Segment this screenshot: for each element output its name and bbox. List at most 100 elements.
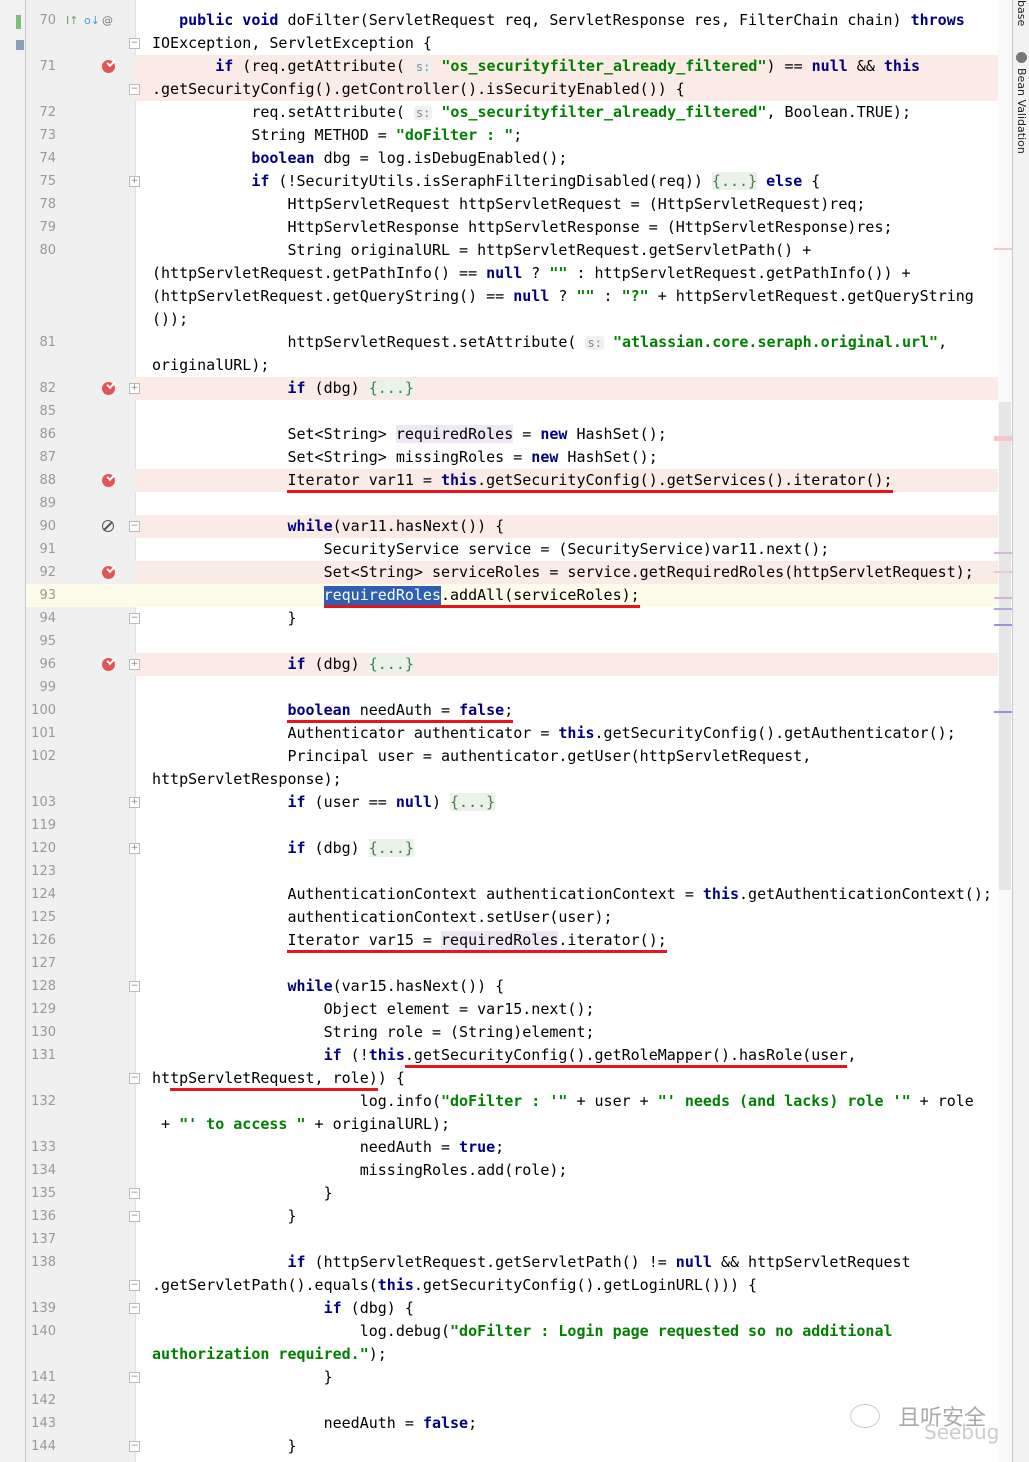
code-line[interactable]: Object element = var15.next(); [135,998,998,1021]
gutter-row[interactable]: 144 − [26,1435,140,1458]
code-line[interactable]: if (!this.getSecurityConfig().getRoleMap… [135,1044,998,1068]
code-line[interactable]: httpServletResponse); [135,768,998,791]
editor-scrollbar[interactable] [994,0,1012,1462]
gutter-row[interactable] [26,285,135,308]
fold-expand-icon[interactable]: + [129,175,140,187]
gutter-row[interactable]: − [26,78,140,101]
gutter-row[interactable]: 80 [26,239,135,262]
gutter-row[interactable]: 96 + [26,653,140,676]
gutter-row[interactable]: 124 [26,883,135,906]
breakpoint-icon[interactable] [102,565,115,579]
code-line[interactable]: IOException, ServletException { [135,32,998,55]
error-stripe-mark[interactable] [994,571,1012,573]
fold-collapse-icon[interactable]: − [129,83,140,95]
gutter-row[interactable]: 70 I↑ o↓ @ [26,9,135,32]
breakpoint-icon[interactable] [102,59,115,73]
gutter-row[interactable]: 87 [26,446,135,469]
code-line[interactable]: ()); [135,308,998,331]
gutter-row[interactable]: 141 − [26,1366,140,1389]
error-stripe-mark[interactable] [994,552,1012,554]
run-icon[interactable] [16,40,24,50]
gutter-row[interactable]: 140 [26,1320,135,1343]
gutter-row[interactable]: 82 + [26,377,140,400]
code-line[interactable]: .getSecurityConfig().getController().isS… [135,77,998,101]
gutter-row[interactable]: 100 [26,699,135,722]
gutter-row[interactable]: − [26,32,140,55]
error-stripe-mark[interactable] [994,608,1012,610]
code-line[interactable] [135,630,998,653]
code-line[interactable]: requiredRoles.addAll(serviceRoles); [135,583,998,608]
code-line[interactable]: SecurityService service = (SecurityServi… [135,538,998,561]
folded-code[interactable]: {...} [711,171,758,190]
code-line[interactable]: String METHOD = "doFilter : "; [135,124,998,147]
breakpoint-icon[interactable] [102,381,115,395]
code-line[interactable]: log.debug("doFilter : Login page request… [135,1320,998,1343]
breakpoint-icon[interactable] [102,473,115,487]
gutter-row[interactable]: 123 [26,860,135,883]
code-line[interactable]: String originalURL = httpServletRequest.… [135,239,998,262]
fold-collapse-icon[interactable]: − [129,37,140,49]
code-line[interactable]: if (req.getAttribute( s: "os_securityfil… [135,54,998,78]
gutter-row[interactable]: 130 [26,1021,135,1044]
code-line[interactable]: Set<String> missingRoles = new HashSet()… [135,446,998,469]
scrollbar-thumb[interactable] [999,402,1011,890]
code-line[interactable]: (httpServletRequest.getPathInfo() == nul… [135,262,998,285]
error-stripe-mark[interactable] [994,436,1012,441]
overrides-down-icon[interactable]: o↓ [84,14,100,27]
gutter-row[interactable]: 102 [26,745,135,768]
code-line[interactable] [135,952,998,975]
gutter-row[interactable]: 101 [26,722,135,745]
code-line[interactable]: if (dbg) {...} [135,652,998,676]
gutter-row[interactable]: 120 + [26,837,140,860]
implements-up-icon[interactable]: I↑ [66,14,78,27]
gutter-row[interactable]: 85 [26,400,135,423]
code-line[interactable]: Principal user = authenticator.getUser(h… [135,745,998,768]
gutter-row[interactable]: − [26,1274,140,1297]
code-line[interactable]: while(var11.hasNext()) { [135,514,998,538]
gutter-row[interactable]: 137 [26,1228,135,1251]
code-line[interactable]: if (user == null) {...} [135,791,998,814]
code-line[interactable]: if (httpServletRequest.getServletPath() … [135,1251,998,1274]
error-stripe-mark[interactable] [994,624,1012,626]
code-line[interactable]: (httpServletRequest.getQueryString() == … [135,285,998,308]
gutter-row[interactable]: − [26,1067,140,1090]
gutter-row[interactable]: 131 [26,1044,135,1067]
gutter-row[interactable]: 129 [26,998,135,1021]
fold-collapse-icon[interactable]: − [129,1187,140,1199]
gutter-row[interactable]: 133 [26,1136,135,1159]
annotation-icon[interactable]: @ [102,14,113,27]
code-line[interactable]: originalURL); [135,354,998,377]
code-line[interactable]: public void doFilter(ServletRequest req,… [135,9,998,32]
code-line[interactable]: } [135,1366,998,1389]
gutter-row[interactable] [26,308,135,331]
structure-icon[interactable] [16,15,21,29]
gutter-row[interactable]: 92 [26,561,135,584]
fold-collapse-icon[interactable]: − [129,1279,140,1291]
gutter-row[interactable]: 95 [26,630,135,653]
code-line[interactable]: + "' to access " + originalURL); [135,1113,998,1136]
code-line[interactable]: .getServletPath().equals(this.getSecurit… [135,1274,998,1297]
gutter-row[interactable]: 81 [26,331,135,354]
gutter-row[interactable]: 72 [26,101,135,124]
code-editor[interactable]: public void doFilter(ServletRequest req,… [135,0,998,1462]
folded-code[interactable]: {...} [450,792,496,811]
gutter-row[interactable]: 78 [26,193,135,216]
code-line[interactable]: authenticationContext.setUser(user); [135,906,998,929]
fold-collapse-icon[interactable]: − [129,1302,140,1314]
code-line[interactable] [135,400,998,423]
fold-expand-icon[interactable]: + [129,796,140,808]
fold-collapse-icon[interactable]: − [129,1440,140,1452]
gutter-row[interactable]: 93 [26,583,135,607]
folded-code[interactable]: {...} [368,378,414,397]
code-line[interactable] [135,492,998,515]
fold-collapse-icon[interactable]: − [129,1371,140,1383]
folded-code[interactable]: {...} [368,654,414,673]
code-line[interactable]: Iterator var15 = requiredRoles.iterator(… [135,929,998,953]
gutter-row[interactable]: 127 [26,952,135,975]
gutter-row[interactable]: 126 [26,929,135,952]
error-stripe-mark[interactable] [994,711,1012,713]
code-line[interactable]: } [135,1182,998,1205]
gutter-row[interactable]: 125 [26,906,135,929]
gutter-row[interactable]: 139 − [26,1297,140,1320]
gutter-row[interactable]: 138 [26,1251,135,1274]
